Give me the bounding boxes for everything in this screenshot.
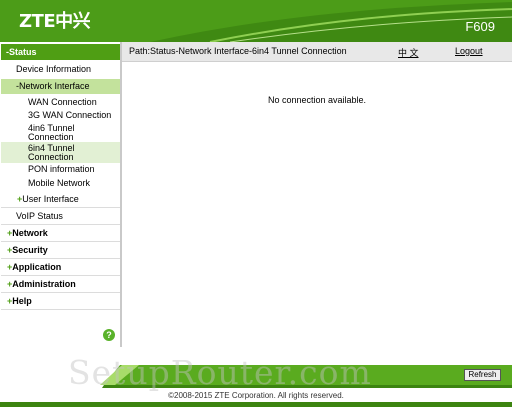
- menu-network-interface[interactable]: -Network Interface: [1, 79, 120, 94]
- menu-device-information[interactable]: Device Information: [1, 62, 120, 77]
- menu-wan-connection[interactable]: WAN Connection: [1, 96, 120, 109]
- help-icon[interactable]: ?: [103, 329, 115, 341]
- sidebar-menu: -Status Device Information -Network Inte…: [0, 42, 122, 347]
- menu-help-label: Help: [12, 296, 32, 306]
- menu-application[interactable]: +Application: [1, 259, 120, 276]
- logout-link[interactable]: Logout: [455, 46, 483, 56]
- refresh-button[interactable]: Refresh: [464, 369, 501, 381]
- menu-voip-status[interactable]: VoIP Status: [1, 208, 120, 225]
- zte-logo: ZTE中兴: [19, 11, 91, 32]
- header-banner: ZTE中兴 F609: [0, 0, 512, 42]
- menu-application-label: Application: [12, 262, 62, 272]
- menu-4in6-tunnel-connection[interactable]: 4in6 Tunnel Connection: [1, 123, 91, 142]
- model-name: F609: [465, 19, 495, 34]
- no-connection-message: No connection available.: [267, 95, 367, 105]
- menu-network[interactable]: +Network: [1, 225, 120, 242]
- language-switch-link[interactable]: 中 文: [398, 46, 419, 59]
- menu-security[interactable]: +Security: [1, 242, 120, 259]
- path-bar: Path:Status-Network Interface-6in4 Tunne…: [122, 42, 512, 62]
- menu-mobile-network[interactable]: Mobile Network: [1, 177, 120, 190]
- menu-3g-wan-connection[interactable]: 3G WAN Connection: [1, 109, 120, 122]
- menu-administration-label: Administration: [12, 279, 76, 289]
- breadcrumb: Path:Status-Network Interface-6in4 Tunne…: [129, 46, 347, 56]
- footer-swoosh: [0, 365, 512, 407]
- menu-administration[interactable]: +Administration: [1, 276, 120, 293]
- menu-network-label: Network: [12, 228, 48, 238]
- menu-user-interface-label: User Interface: [22, 194, 79, 204]
- menu-help[interactable]: +Help: [1, 293, 120, 310]
- menu-pon-information[interactable]: PON information: [1, 163, 120, 176]
- menu-user-interface[interactable]: +User Interface: [1, 192, 120, 208]
- copyright-text: ©2008-2015 ZTE Corporation. All rights r…: [168, 391, 344, 400]
- menu-6in4-tunnel-connection[interactable]: 6in4 Tunnel Connection: [1, 142, 120, 163]
- menu-status[interactable]: -Status: [1, 44, 120, 60]
- footer-bar: Refresh ©2008-2015 ZTE Corporation. All …: [0, 365, 512, 407]
- menu-security-label: Security: [12, 245, 48, 255]
